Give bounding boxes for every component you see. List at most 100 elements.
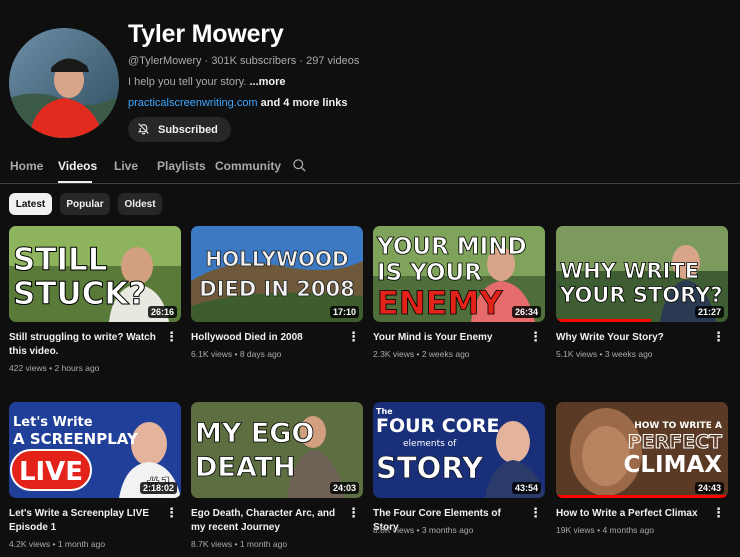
video-thumbnail[interactable]: HOW TO WRITE A PERFECT CLIMAX 24:43	[556, 402, 728, 498]
thumbnail-text: FOUR CORE	[376, 415, 500, 437]
video-card[interactable]: STILL STUCK? 26:16 Still struggling to w…	[9, 226, 181, 373]
upload-age: 3 months ago	[421, 525, 474, 535]
subscribed-button[interactable]: Subscribed	[128, 117, 231, 142]
search-icon[interactable]	[292, 158, 307, 178]
video-title[interactable]: Your Mind is Your Enemy	[373, 331, 528, 345]
video-thumbnail[interactable]: MY EGO DEATH 24:03	[191, 402, 363, 498]
upload-age: 1 month ago	[239, 539, 288, 549]
video-thumbnail[interactable]: The FOUR CORE elements of STORY 43:54	[373, 402, 545, 498]
video-duration: 21:27	[694, 306, 724, 318]
thumbnail-text: YOUR STORY?	[559, 283, 723, 307]
channel-links: practicalscreenwriting.com and 4 more li…	[128, 97, 347, 109]
view-count: 8.8K views	[373, 525, 415, 535]
view-count: 6.1K views	[191, 349, 233, 359]
thumbnail-text: STORY	[376, 451, 484, 485]
channel-meta: @TylerMowery · 301K subscribers · 297 vi…	[128, 55, 359, 67]
thumbnail-text: DEATH	[195, 452, 296, 483]
view-count: 4.2K views	[9, 539, 51, 549]
video-card[interactable]: WHY WRITE YOUR STORY? 21:27 Why Write Yo…	[556, 226, 728, 359]
video-card[interactable]: HOLLYWOOD DIED IN 2008 17:10 Hollywood D…	[191, 226, 363, 359]
video-card[interactable]: YOUR MIND IS YOUR ENEMY 26:34 Your Mind …	[373, 226, 545, 359]
upload-age: 2 weeks ago	[421, 349, 470, 359]
thumbnail-text: HOW TO WRITE A	[634, 421, 722, 431]
tab-live[interactable]: Live	[114, 159, 138, 173]
upload-age: 1 month ago	[57, 539, 106, 549]
thumbnail-text: PERFECT	[628, 431, 722, 453]
video-title[interactable]: How to Write a Perfect Climax	[556, 507, 711, 521]
thumbnail-text: A SCREENPLAY	[13, 430, 139, 448]
thumbnail-text: ENEMY	[377, 284, 503, 322]
view-count: 8.7K views	[191, 539, 233, 549]
more-vert-icon[interactable]: ⋮	[712, 330, 725, 343]
more-vert-icon[interactable]: ⋮	[347, 506, 360, 519]
more-vert-icon[interactable]: ⋮	[347, 330, 360, 343]
video-card[interactable]: HOW TO WRITE A PERFECT CLIMAX 24:43 How …	[556, 402, 728, 535]
filter-oldest[interactable]: Oldest	[118, 193, 162, 215]
video-stats: 2.3K views • 2 weeks ago	[373, 349, 470, 359]
upload-age: 8 days ago	[239, 349, 282, 359]
video-duration: 24:43	[694, 482, 724, 494]
upload-age: 4 months ago	[602, 525, 654, 535]
channel-avatar[interactable]	[9, 28, 119, 138]
tab-playlists[interactable]: Playlists	[157, 159, 206, 173]
more-vert-icon[interactable]: ⋮	[712, 506, 725, 519]
video-card[interactable]: MY EGO DEATH 24:03 Ego Death, Character …	[191, 402, 363, 549]
subscriber-count: 301K subscribers	[211, 55, 297, 67]
more-vert-icon[interactable]: ⋮	[165, 506, 178, 519]
video-stats: 422 views • 2 hours ago	[9, 363, 100, 373]
video-duration: 2:18:02	[139, 482, 177, 494]
view-count: 2.3K views	[373, 349, 415, 359]
thumbnail-text: YOUR MIND	[376, 234, 527, 260]
thumbnail-text: MY EGO	[195, 418, 314, 449]
watch-progress-bar	[556, 495, 728, 498]
video-card[interactable]: The FOUR CORE elements of STORY 43:54 Th…	[373, 402, 545, 535]
tab-home[interactable]: Home	[10, 159, 43, 173]
description-text: I help you tell your story.	[128, 76, 247, 88]
video-thumbnail[interactable]: YOUR MIND IS YOUR ENEMY 26:34	[373, 226, 545, 322]
thumbnail-text: STILL	[13, 242, 108, 278]
thumbnail-text: CLIMAX	[623, 452, 722, 478]
filter-latest[interactable]: Latest	[9, 193, 52, 215]
bell-slash-icon	[137, 122, 150, 138]
view-count: 422 views	[9, 363, 47, 373]
thumbnail-text: IS YOUR	[377, 260, 482, 286]
tab-community[interactable]: Community	[215, 159, 281, 173]
video-title[interactable]: Ego Death, Character Arc, and my recent …	[191, 507, 346, 535]
thumbnail-text: Let's Write	[13, 415, 93, 430]
more-vert-icon[interactable]: ⋮	[165, 330, 178, 343]
video-title[interactable]: Let's Write a Screenplay LIVE Episode 1	[9, 507, 164, 535]
video-stats: 5.1K views • 3 weeks ago	[556, 349, 653, 359]
channel-name: Tyler Mowery	[128, 20, 284, 48]
watch-progress-bar	[556, 319, 651, 322]
video-title[interactable]: Still struggling to write? Watch this vi…	[9, 331, 164, 359]
channel-description[interactable]: I help you tell your story. ...more	[128, 76, 286, 88]
thumbnail-text: STUCK?	[13, 276, 146, 312]
video-duration: 26:34	[511, 306, 541, 318]
video-card[interactable]: Let's Write A SCREENPLAY LIVE #1 2:18:02…	[9, 402, 181, 549]
video-stats: 8.7K views • 1 month ago	[191, 539, 288, 549]
video-title[interactable]: Hollywood Died in 2008	[191, 331, 346, 345]
video-thumbnail[interactable]: WHY WRITE YOUR STORY? 21:27	[556, 226, 728, 322]
meta-separator: ·	[299, 55, 304, 67]
video-thumbnail[interactable]: HOLLYWOOD DIED IN 2008 17:10	[191, 226, 363, 322]
channel-link[interactable]: practicalscreenwriting.com	[128, 97, 258, 109]
more-vert-icon[interactable]: ⋮	[529, 506, 542, 519]
active-tab-indicator	[58, 181, 92, 183]
video-stats: 4.2K views • 1 month ago	[9, 539, 106, 549]
video-stats: 19K views • 4 months ago	[556, 525, 654, 535]
more-vert-icon[interactable]: ⋮	[529, 330, 542, 343]
video-duration: 24:03	[329, 482, 359, 494]
filter-popular[interactable]: Popular	[60, 193, 110, 215]
video-title[interactable]: Why Write Your Story?	[556, 331, 711, 345]
video-duration: 17:10	[329, 306, 359, 318]
tab-videos[interactable]: Videos	[58, 159, 97, 173]
video-stats: 8.8K views • 3 months ago	[373, 525, 474, 535]
description-more-link[interactable]: ...more	[249, 76, 285, 88]
thumbnail-text: DIED IN 2008	[199, 277, 354, 301]
upload-age: 2 hours ago	[54, 363, 100, 373]
more-links-button[interactable]: and 4 more links	[261, 97, 348, 109]
video-thumbnail[interactable]: STILL STUCK? 26:16	[9, 226, 181, 322]
video-stats: 6.1K views • 8 days ago	[191, 349, 282, 359]
video-duration: 26:16	[147, 306, 177, 318]
video-thumbnail[interactable]: Let's Write A SCREENPLAY LIVE #1 2:18:02	[9, 402, 181, 498]
